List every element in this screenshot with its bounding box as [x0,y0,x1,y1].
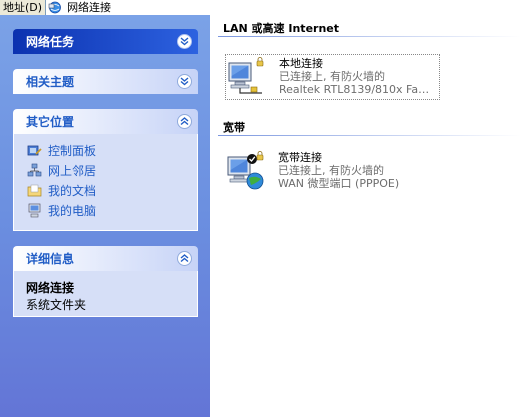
connection-device: Realtek RTL8139/810x Family ... [279,83,439,96]
link-label: 我的文档 [48,183,97,198]
link-my-documents[interactable]: 我的文档 [26,180,185,200]
connection-broadband[interactable]: 宽带连接 已连接上, 有防火墙的 WAN 微型端口 (PPPOE) [225,149,440,195]
address-bar: 地址(D) 网络连接 [0,0,521,15]
connection-text: 本地连接 已连接上, 有防火墙的 Realtek RTL8139/810x Fa… [279,57,439,96]
broadband-connection-icon [227,151,264,190]
details-name: 网络连接 [26,281,75,295]
group-divider [218,36,521,37]
connection-name: 宽带连接 [278,151,322,164]
my-documents-icon [26,182,42,198]
details-header[interactable]: 详细信息 [13,246,198,271]
chevron-up-icon[interactable] [177,251,192,266]
details-type: 系统文件夹 [26,298,87,312]
connection-local-area[interactable]: 本地连接 已连接上, 有防火墙的 Realtek RTL8139/810x Fa… [225,54,440,100]
link-my-computer[interactable]: 我的电脑 [26,200,185,220]
chevron-down-icon[interactable] [177,34,192,49]
my-computer-icon [26,202,42,218]
task-pane: 网络任务 相关主题 其它位置 控制面板 网上邻居 我的文档 我的电脑 详细信息 … [0,15,210,417]
address-label[interactable]: 地址(D) [0,0,42,15]
connection-device: WAN 微型端口 (PPPOE) [278,177,400,190]
connections-list: LAN 或高速 Internet 本地连接 已连接上, 有防火墙的 Realte… [210,15,521,417]
chevron-down-icon[interactable] [177,74,192,89]
network-places-icon [26,162,42,178]
link-network-places[interactable]: 网上邻居 [26,160,185,180]
details-title: 详细信息 [26,252,75,266]
connection-text: 宽带连接 已连接上, 有防火墙的 WAN 微型端口 (PPPOE) [278,151,438,190]
lan-connection-icon [228,57,264,94]
group-title-lan: LAN 或高速 Internet [223,22,340,35]
address-value: 网络连接 [67,1,112,14]
other-places-header[interactable]: 其它位置 [13,109,198,134]
connection-status: 已连接上, 有防火墙的 [279,70,385,83]
network-tasks-panel: 网络任务 [13,29,198,54]
network-tasks-header[interactable]: 网络任务 [13,29,198,54]
group-divider [218,135,521,136]
details-body: 网络连接 系统文件夹 [13,271,198,317]
other-places-body: 控制面板 网上邻居 我的文档 我的电脑 [13,134,198,231]
related-topics-header[interactable]: 相关主题 [13,69,198,94]
group-title-broadband: 宽带 [223,121,245,134]
connection-status: 已连接上, 有防火墙的 [278,164,384,177]
related-topics-panel: 相关主题 [13,69,198,94]
related-topics-title: 相关主题 [26,75,75,89]
details-panel: 详细信息 网络连接 系统文件夹 [13,246,198,317]
link-control-panel[interactable]: 控制面板 [26,140,185,160]
link-label: 控制面板 [48,143,97,158]
connection-name: 本地连接 [279,57,323,70]
address-field[interactable]: 网络连接 [45,0,521,15]
network-tasks-title: 网络任务 [26,35,75,49]
control-panel-icon [26,142,42,158]
chevron-up-icon[interactable] [177,114,192,129]
link-label: 我的电脑 [48,203,97,218]
link-label: 网上邻居 [48,163,97,178]
other-places-title: 其它位置 [26,115,75,129]
network-connections-icon [48,1,61,14]
other-places-panel: 其它位置 控制面板 网上邻居 我的文档 我的电脑 [13,109,198,231]
